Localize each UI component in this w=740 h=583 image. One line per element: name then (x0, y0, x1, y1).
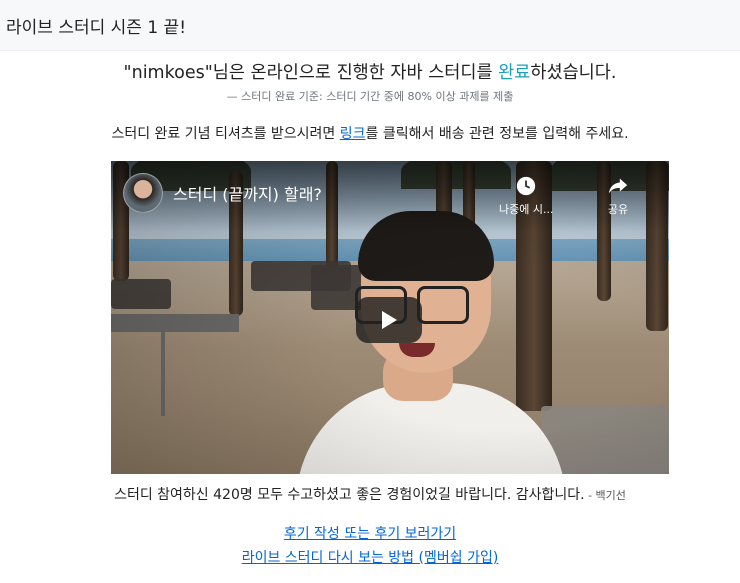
video-title[interactable]: 스터디 (끝까지) 할래? (173, 181, 322, 205)
tshirt-instructions: 스터디 완료 기념 티셔츠를 받으시려면 링크를 클릭해서 배송 관련 정보를 … (0, 123, 740, 143)
watch-later-button[interactable]: 나중에 시... (499, 175, 553, 217)
share-button[interactable]: 공유 (607, 175, 629, 217)
tshirt-text-suffix: 를 클릭해서 배송 관련 정보를 입력해 주세요. (365, 126, 629, 142)
review-link-row: 후기 작성 또는 후기 보러가기 (0, 523, 740, 543)
headline-suffix: 하셨습니다. (530, 63, 617, 83)
watch-later-label: 나중에 시... (499, 203, 554, 216)
play-icon (382, 311, 397, 329)
headline-text: "nimkoes"님은 온라인으로 진행한 자바 스터디를 (123, 63, 499, 83)
replay-link-row: 라이브 스터디 다시 보는 방법 (멤버쉽 가입) (0, 547, 740, 567)
review-link[interactable]: 후기 작성 또는 후기 보러가기 (284, 526, 456, 542)
channel-avatar[interactable] (123, 173, 163, 213)
clock-icon (517, 176, 536, 196)
replay-membership-link[interactable]: 라이브 스터디 다시 보는 방법 (멤버쉽 가입) (242, 550, 499, 566)
completion-headline: "nimkoes"님은 온라인으로 진행한 자바 스터디를 완료하셨습니다. (0, 59, 740, 84)
share-label: 공유 (607, 203, 629, 216)
tshirt-link[interactable]: 링크 (340, 126, 366, 142)
tshirt-text: 스터디 완료 기념 티셔츠를 받으시려면 (111, 126, 340, 142)
signature: - 백기선 (584, 489, 626, 502)
thanks-message: 스터디 참여하신 420명 모두 수고하셨고 좋은 경험이었길 바랍니다. 감사… (0, 484, 740, 504)
youtube-video-player[interactable]: 스터디 (끝까지) 할래? 나중에 시... 공유 (111, 161, 669, 474)
page-header: 라이브 스터디 시즌 1 끝! (0, 0, 740, 51)
completion-criteria: — 스터디 완료 기준: 스터디 기간 중에 80% 이상 과제를 제출 (226, 90, 514, 103)
share-icon (608, 178, 628, 194)
completed-highlight: 완료 (498, 63, 531, 83)
thanks-text: 스터디 참여하신 420명 모두 수고하셨고 좋은 경험이었길 바랍니다. 감사… (114, 487, 585, 503)
play-button[interactable] (356, 297, 422, 343)
page-title: 라이브 스터디 시즌 1 끝! (6, 18, 187, 38)
